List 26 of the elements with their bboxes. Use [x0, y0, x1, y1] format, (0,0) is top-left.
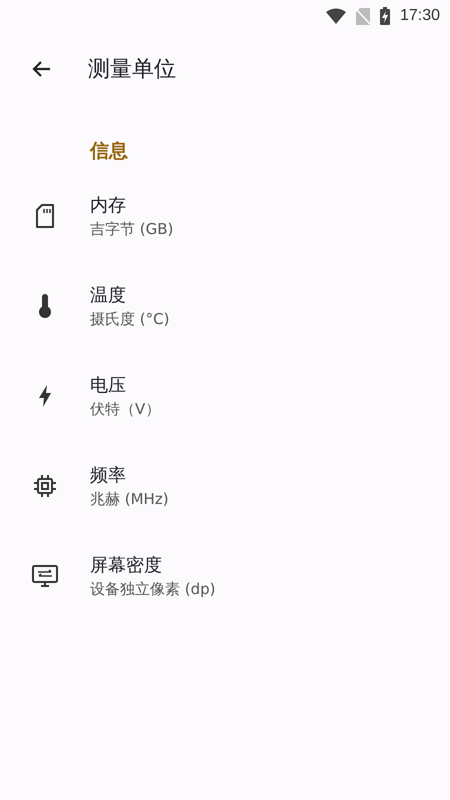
preference-item[interactable]: 屏幕密度 设备独立像素 (dp)	[0, 526, 450, 616]
item-summary: 吉字节 (GB)	[90, 220, 174, 239]
wifi-icon	[326, 8, 346, 24]
preference-item[interactable]: 电压 伏特（V）	[0, 346, 450, 436]
item-title: 温度	[90, 284, 127, 307]
no-sim-icon	[356, 8, 370, 24]
section-header: 信息	[88, 139, 128, 164]
screen-title: 测量单位	[88, 56, 176, 84]
battery-charging-icon	[380, 7, 390, 25]
chip-icon	[33, 474, 57, 498]
monitor-icon	[32, 564, 58, 588]
preference-item[interactable]: 内存 吉字节 (GB)	[0, 166, 450, 256]
item-summary: 伏特（V）	[90, 400, 160, 419]
preference-item[interactable]: 温度 摄氏度 (°C)	[0, 256, 450, 346]
item-summary: 兆赫 (MHz)	[90, 490, 169, 509]
status-time: 17:30	[400, 7, 440, 25]
preference-item[interactable]: 频率 兆赫 (MHz)	[0, 436, 450, 526]
item-title: 频率	[90, 464, 127, 487]
lightning-icon	[39, 385, 51, 407]
item-summary: 摄氏度 (°C)	[90, 310, 170, 329]
thermometer-icon	[39, 294, 51, 318]
item-summary: 设备独立像素 (dp)	[90, 580, 216, 599]
item-title: 电压	[90, 374, 127, 397]
sd-card-icon	[35, 204, 55, 228]
item-title: 内存	[90, 194, 127, 217]
item-title: 屏幕密度	[90, 554, 163, 577]
